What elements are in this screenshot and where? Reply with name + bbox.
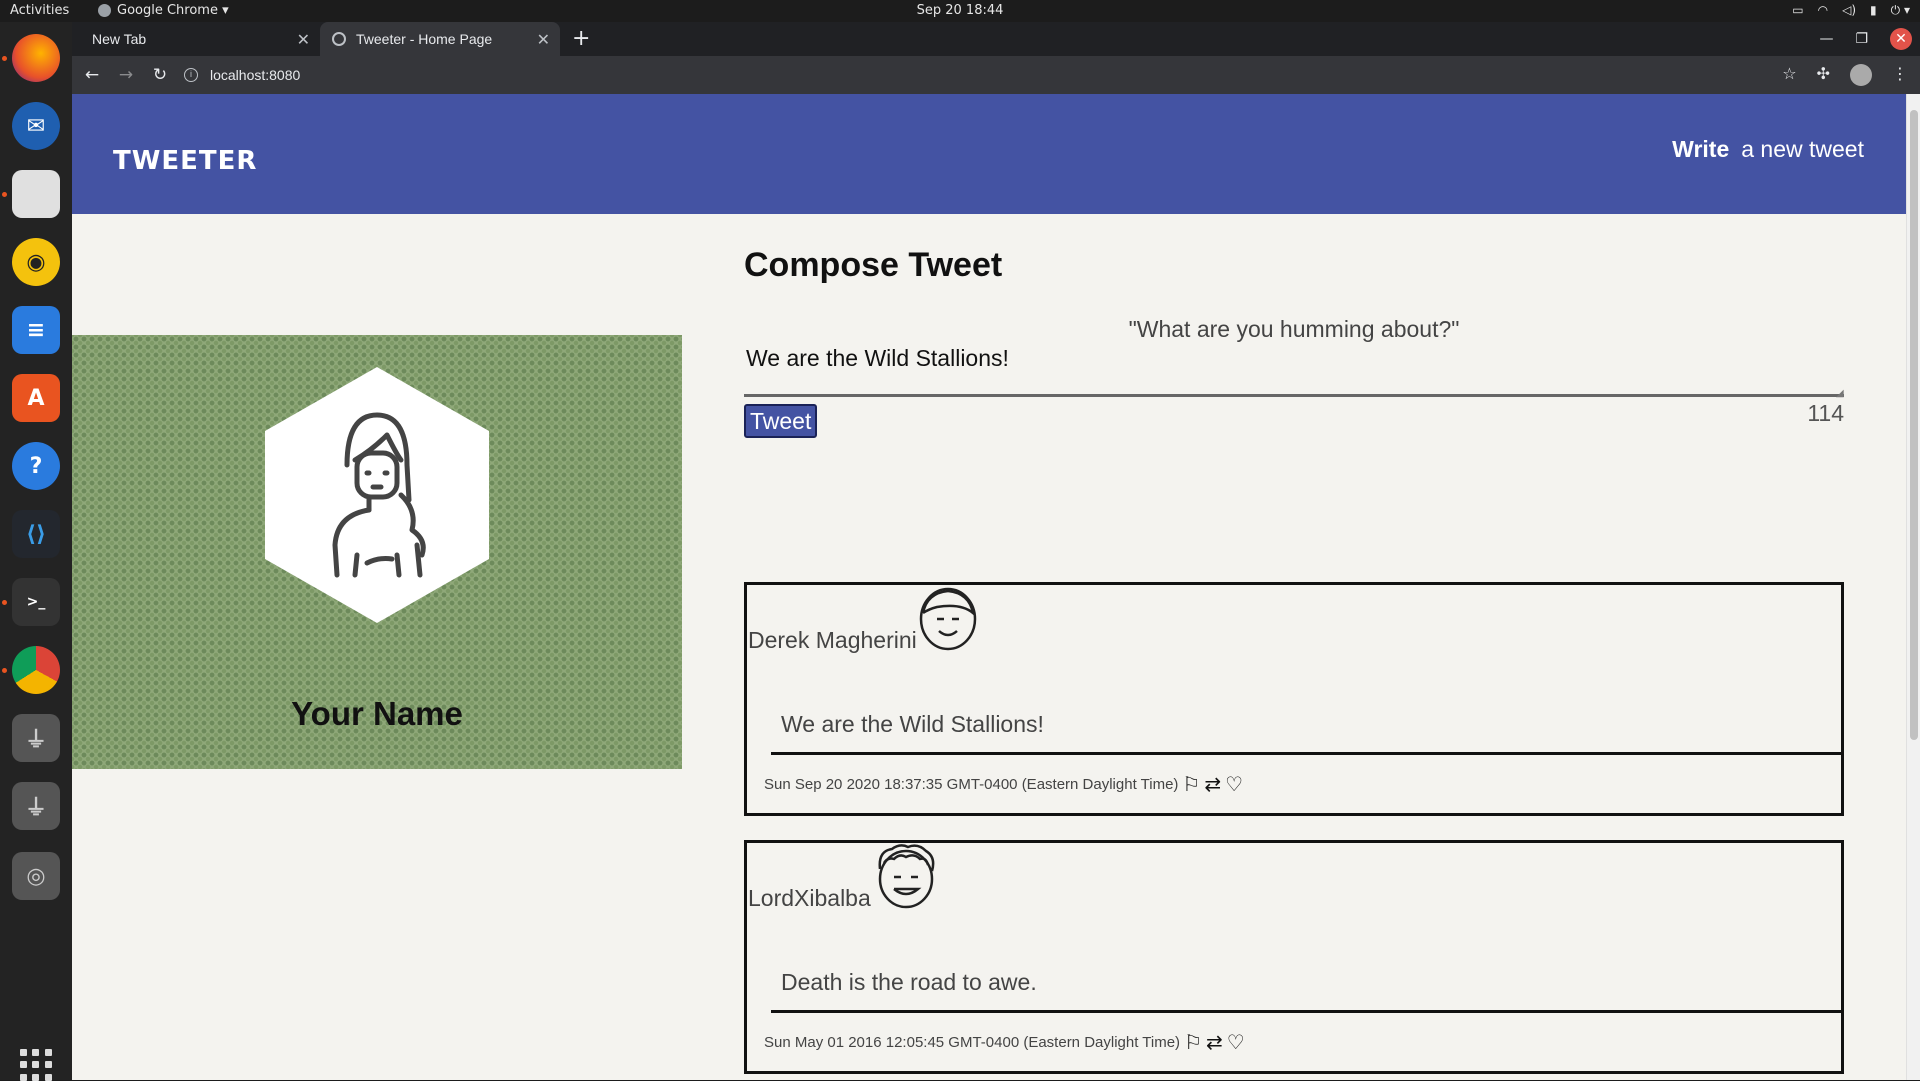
tweet-textarea[interactable]: We are the Wild Stallions!	[744, 341, 1844, 397]
profile-hexagon	[265, 367, 489, 623]
flag-icon[interactable]: ⚐	[1184, 1030, 1202, 1055]
running-indicator	[2, 600, 7, 605]
restore-icon[interactable]: ❐	[1855, 31, 1868, 47]
globe-icon	[332, 32, 346, 46]
heart-icon[interactable]: ♡	[1225, 772, 1243, 797]
chrome-icon[interactable]	[12, 646, 60, 694]
page-scrollbar[interactable]	[1906, 94, 1920, 1080]
system-tray[interactable]: ▭ ◠ ◁) ▮ ⏻ ▾	[1792, 3, 1910, 18]
close-icon[interactable]: ✕	[537, 30, 550, 50]
vscode-icon[interactable]: ⟨⟩	[12, 510, 60, 558]
thunderbird-icon[interactable]: ✉	[12, 102, 60, 150]
tweet-content: We are the Wild Stallions!	[771, 711, 1841, 755]
heart-icon[interactable]: ♡	[1227, 1030, 1245, 1055]
address-bar[interactable]: i localhost:8080	[184, 61, 1844, 89]
tweet-meta: Sun May 01 2016 12:05:45 GMT-0400 (Easte…	[764, 1030, 1245, 1055]
reload-icon[interactable]: ↻	[146, 65, 174, 85]
power-icon: ⏻ ▾	[1890, 3, 1910, 17]
retweet-icon[interactable]: ⇄	[1204, 772, 1221, 797]
dock: ✉ ◉ ≡ A ? ⟨⟩ >_ ⏚ ⏚ ◎	[0, 22, 72, 1081]
tab-strip: New Tab ✕ Tweeter - Home Page ✕ + — ❐ ✕	[72, 22, 1920, 56]
site-logo[interactable]: TWEETER	[113, 146, 257, 176]
forward-icon[interactable]: →	[112, 65, 140, 85]
new-tab-button[interactable]: +	[572, 26, 590, 51]
write-bold: Write	[1672, 136, 1730, 162]
tab-tweeter[interactable]: Tweeter - Home Page ✕	[320, 22, 560, 56]
tab-label: Tweeter - Home Page	[356, 31, 493, 47]
software-center-icon[interactable]: A	[12, 374, 60, 422]
tweet-timestamp: Sun May 01 2016 12:05:45 GMT-0400 (Easte…	[764, 1034, 1181, 1051]
menu-kebab-icon[interactable]: ⋮	[1892, 64, 1908, 86]
volume-icon: ◁)	[1842, 3, 1857, 17]
tweet-author: Derek Magherini	[748, 627, 917, 653]
tab-label: New Tab	[92, 31, 147, 47]
bookmark-star-icon[interactable]: ☆	[1782, 64, 1796, 86]
back-icon[interactable]: ←	[78, 65, 106, 85]
tab-new-tab[interactable]: New Tab ✕	[72, 22, 320, 56]
compose-title: Compose Tweet	[744, 246, 1003, 284]
site-header: TWEETER Write a new tweet	[72, 94, 1906, 214]
activities-button[interactable]: Activities	[10, 3, 69, 18]
flag-icon[interactable]: ⚐	[1182, 772, 1200, 797]
window-close-icon[interactable]: ✕	[1890, 28, 1912, 50]
browser-window: New Tab ✕ Tweeter - Home Page ✕ + — ❐ ✕ …	[72, 22, 1920, 1080]
tweet-timestamp: Sun Sep 20 2020 18:37:35 GMT-0400 (Easte…	[764, 776, 1179, 793]
usb-drive-icon[interactable]: ⏚	[12, 714, 60, 762]
gamepad-icon: ▭	[1792, 3, 1804, 17]
user-avatar-icon	[919, 587, 977, 651]
tweet-content: Death is the road to awe.	[771, 969, 1841, 1013]
running-indicator	[2, 192, 7, 197]
clock[interactable]: Sep 20 18:44	[0, 3, 1920, 18]
running-indicator	[2, 668, 7, 673]
tweet-card: Derek Magherini We are the Wild Stallion…	[744, 582, 1844, 816]
compose-prompt: "What are you humming about?"	[1128, 316, 1460, 342]
tweet-card: LordXibalba Death is the road to awe. Su…	[744, 840, 1844, 1074]
scrollbar-thumb[interactable]	[1910, 110, 1918, 740]
system-top-bar: Activities Google Chrome ▾ Sep 20 18:44 …	[0, 0, 1920, 22]
show-applications-icon[interactable]	[20, 1049, 52, 1081]
running-indicator	[2, 56, 7, 61]
usb-drive-icon[interactable]: ⏚	[12, 782, 60, 830]
window-controls: — ❐ ✕	[1819, 22, 1920, 56]
minimize-icon[interactable]: —	[1819, 31, 1833, 47]
app-menu-label: Google Chrome ▾	[117, 3, 229, 18]
mic-icon: ▮	[1870, 3, 1877, 17]
firefox-icon[interactable]	[12, 34, 60, 82]
user-avatar-icon	[332, 412, 426, 578]
url-text: localhost:8080	[210, 67, 301, 83]
profile-avatar-icon[interactable]	[1850, 64, 1872, 86]
chrome-small-icon	[98, 4, 111, 17]
rhythmbox-icon[interactable]: ◉	[12, 238, 60, 286]
disc-icon[interactable]: ◎	[12, 852, 60, 900]
writer-icon[interactable]: ≡	[12, 306, 60, 354]
retweet-icon[interactable]: ⇄	[1206, 1030, 1223, 1055]
user-avatar-icon	[878, 844, 935, 909]
terminal-icon[interactable]: >_	[12, 578, 60, 626]
browser-toolbar: ← → ↻ i localhost:8080 ☆ ✣ ⋮	[72, 56, 1920, 94]
tweet-author: LordXibalba	[748, 885, 871, 911]
wifi-icon: ◠	[1817, 3, 1829, 17]
extensions-icon[interactable]: ✣	[1817, 64, 1830, 86]
character-counter: 114	[1807, 400, 1844, 426]
web-page: TWEETER Write a new tweet Your Name Comp…	[72, 94, 1920, 1080]
app-menu[interactable]: Google Chrome ▾	[98, 3, 229, 18]
close-icon[interactable]: ✕	[297, 30, 310, 50]
profile-name: Your Name	[291, 695, 463, 732]
files-icon[interactable]	[12, 170, 60, 218]
tweet-button[interactable]: Tweet	[744, 404, 818, 438]
toolbar-actions: ☆ ✣ ⋮	[1782, 64, 1908, 86]
tweet-meta: Sun Sep 20 2020 18:37:35 GMT-0400 (Easte…	[764, 772, 1243, 797]
write-new-tweet-link[interactable]: Write a new tweet	[1672, 136, 1864, 163]
profile-card: Your Name	[72, 335, 682, 769]
write-rest: a new tweet	[1741, 136, 1864, 162]
info-icon[interactable]: i	[184, 68, 198, 82]
resize-handle-icon[interactable]: ◢	[1836, 388, 1844, 399]
help-icon[interactable]: ?	[12, 442, 60, 490]
